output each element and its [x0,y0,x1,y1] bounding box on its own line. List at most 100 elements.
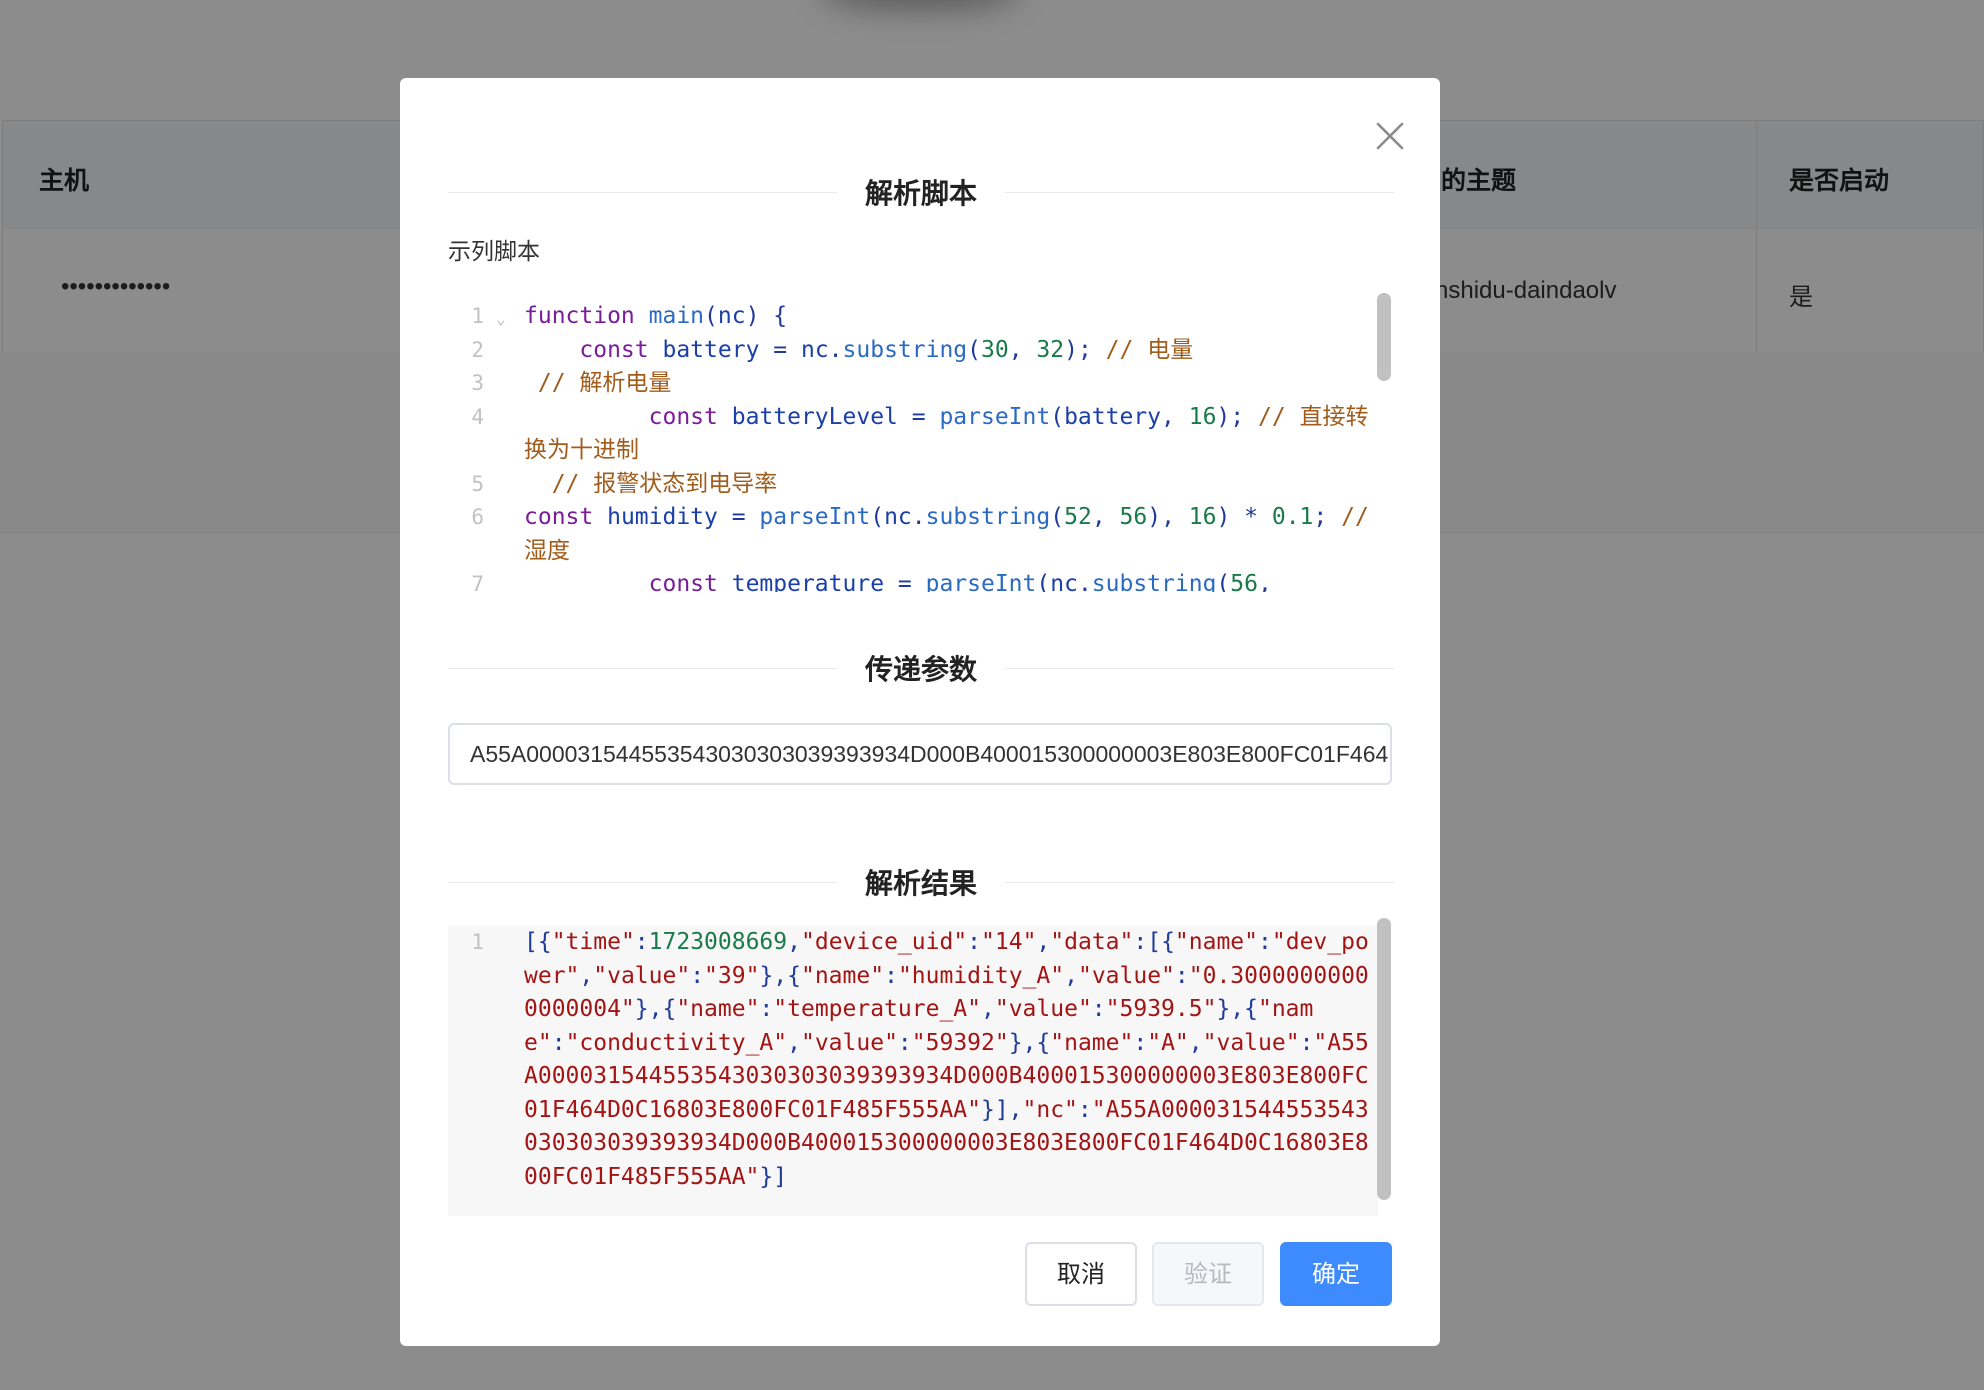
code-token: : [1174,962,1189,989]
code-token: ), [1147,504,1189,530]
code-token: 16 [1188,403,1217,430]
code-token: , [1188,1029,1203,1056]
script-editor-scrollbar[interactable] [1377,293,1391,381]
code-line: 6 const humidity = parseInt(nc.substring(… [448,501,1378,568]
code-token: . [911,504,926,530]
code-token: // 电量 [1105,336,1194,363]
code-token: : [1091,996,1106,1022]
code-text: const temperature = parseInt(nc.substrin… [524,568,1378,592]
param-input[interactable]: A55A000031544553543030303039393934D000B4… [448,723,1392,785]
code-token: }] [759,1163,788,1190]
code-token: "name" [1050,1029,1134,1056]
code-token: battery [1064,403,1162,430]
result-editor[interactable]: 1 [{"time":1723008669,"device_uid":"14","… [448,926,1378,1216]
code-token: ); [1064,336,1106,363]
code-token: batteryLevel [731,403,898,430]
code-token: , [787,929,801,955]
code-text: [{"time":1723008669,"device_uid":"14","d… [524,926,1378,1194]
code-token: : [759,996,774,1022]
code-token: temperature [731,571,885,592]
code-token: "14" [981,929,1037,955]
code-text: const humidity = parseInt(nc.substring(5… [524,501,1378,568]
code-token: ( [967,336,982,363]
code-token: 56 [1119,504,1148,530]
code-token: . [828,336,843,363]
code-token: "value" [1077,962,1175,989]
code-token: parseInt [925,571,1037,592]
section-title-script-text: 解析脚本 [865,177,978,210]
section-title-result: 解析结果 [448,862,1395,902]
code-token: , [1161,403,1189,430]
code-token: 30 [981,336,1009,363]
code-token: "59392" [911,1029,1009,1056]
line-number: 6 [471,505,484,529]
code-token: "value" [1202,1029,1300,1056]
fold-chevron-icon[interactable]: ⌄ [496,302,506,336]
code-token: ) { [745,303,788,329]
code-token: const [524,571,732,592]
code-token: ( [704,303,718,329]
verify-button[interactable]: 验证 [1152,1242,1264,1306]
result-editor-scrollbar[interactable] [1377,918,1391,1200]
code-line: 3 // 解析电量 [448,367,1378,401]
script-editor[interactable]: 1 ⌄ function main(nc) {2 const battery = n… [448,300,1378,592]
code-token: "39" [704,962,760,989]
code-token: 52 [1064,504,1092,530]
code-token: ( [1050,504,1065,530]
line-number: 5 [471,471,484,496]
line-number: 2 [471,337,484,362]
code-token: "device_uid" [801,929,968,955]
code-token: "name" [800,962,885,989]
confirm-button[interactable]: 确定 [1280,1242,1392,1306]
code-token: : [690,962,705,989]
code-text: const battery = nc.substring(30, 32); //… [524,334,1378,368]
section-title-params: 传递参数 [448,648,1395,688]
code-token: const [524,403,732,430]
code-text: function main(nc) { [524,300,1378,334]
code-token: battery [662,336,760,363]
code-token: "nc" [1022,1096,1078,1123]
code-token: : [1077,1096,1092,1123]
code-token: function [524,303,649,329]
parse-script-dialog: 解析脚本 示列脚本 1 ⌄ function main(nc) {2 const b… [400,78,1440,1346]
code-token: "humidity_A" [897,962,1065,989]
code-token: main [648,303,705,329]
code-token: const [524,504,608,530]
code-token: , [1008,336,1037,363]
code-token: = [759,336,801,363]
code-text: const batteryLevel = parseInt(battery, 1… [524,401,1378,468]
code-token: , [579,962,594,989]
code-token: : [967,929,982,955]
code-line: 1 [{"time":1723008669,"device_uid":"14","… [448,926,1378,1194]
code-token: const [524,336,663,363]
code-token: parseInt [759,504,871,530]
code-token: nc [717,303,746,329]
code-token: = [717,504,760,530]
code-line: 5 // 报警状态到电导率 [448,468,1378,502]
code-token: "time" [551,929,635,955]
section-title-result-text: 解析结果 [865,867,978,900]
code-text: // 解析电量 [524,367,1378,401]
code-token: "A" [1147,1029,1189,1056]
cancel-button[interactable]: 取消 [1025,1242,1137,1306]
code-token: nc [884,504,912,530]
code-token: ; [1313,504,1342,530]
code-token: , [1064,962,1078,989]
code-token: "value" [800,1029,898,1056]
code-token: :[{ [1133,929,1175,955]
line-number: 1 ⌄ [448,300,524,334]
code-token: ( [1216,571,1231,592]
code-line: 7 const temperature = parseInt(nc.substr… [448,568,1378,592]
code-token: = [884,571,926,592]
code-token: , [1257,571,1272,592]
code-token: },{ [1216,996,1258,1022]
code-token: },{ [759,962,801,989]
code-token: 1723008669 [648,929,788,955]
line-number: 7 [471,572,484,592]
code-token: ( [1050,403,1065,430]
close-icon[interactable] [1372,118,1408,154]
code-token: // 解析电量 [524,370,672,396]
code-token: , [981,996,995,1022]
code-token: "value" [593,962,691,989]
code-token: // 报警状态到电导率 [524,470,778,497]
